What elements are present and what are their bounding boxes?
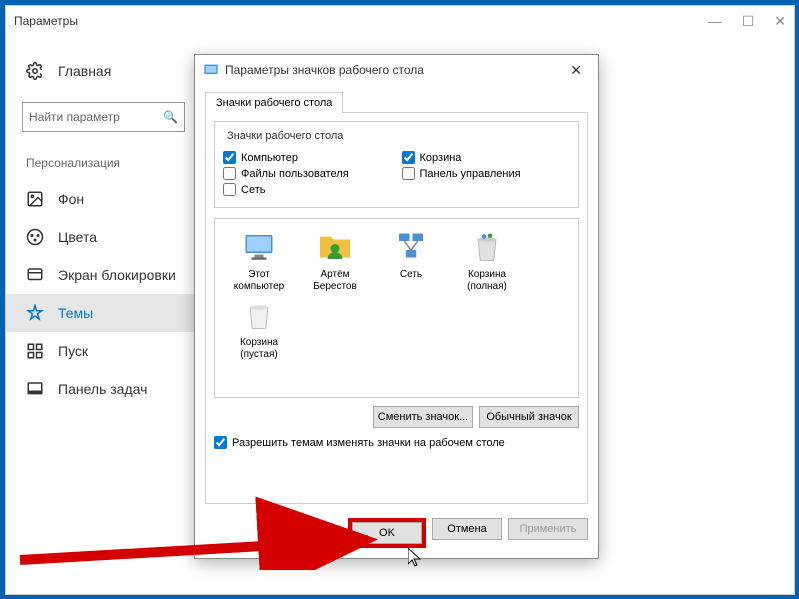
checkbox-recyclebin[interactable]: Корзина xyxy=(402,151,571,164)
checkbox-network[interactable]: Сеть xyxy=(223,183,392,196)
picture-icon xyxy=(26,190,44,208)
dialog-icon xyxy=(203,62,219,78)
category-label: Персонализация xyxy=(6,152,201,180)
themes-icon xyxy=(26,304,44,322)
checkbox-label: Сеть xyxy=(241,184,265,196)
computer-icon xyxy=(241,229,277,265)
icon-label: Этот компьютер xyxy=(223,269,295,293)
dialog-content: Значки рабочего стола Компьютер Файлы по… xyxy=(205,112,588,504)
start-icon xyxy=(26,342,44,360)
icon-this-pc[interactable]: Этот компьютер xyxy=(223,229,295,293)
bin-empty-icon xyxy=(241,297,277,333)
icon-label: Артём Берестов xyxy=(299,269,371,293)
nav-label: Темы xyxy=(58,305,93,321)
bin-full-icon xyxy=(469,229,505,265)
icon-preview-grid: Этот компьютер Артём Берестов Сеть Корзи… xyxy=(214,218,579,398)
checkbox-computer-input[interactable] xyxy=(223,151,236,164)
palette-icon xyxy=(26,228,44,246)
nav-label: Экран блокировки xyxy=(58,267,176,283)
minimize-button[interactable]: — xyxy=(708,13,722,30)
icon-label: Сеть xyxy=(400,269,422,281)
window-controls: — ☐ ✕ xyxy=(708,13,786,30)
nav-start[interactable]: Пуск xyxy=(6,332,201,370)
settings-titlebar: Параметры — ☐ ✕ xyxy=(6,6,794,36)
home-nav-item[interactable]: Главная xyxy=(6,54,201,88)
checkbox-label: Компьютер xyxy=(241,152,298,164)
settings-title: Параметры xyxy=(14,14,78,28)
nav-label: Фон xyxy=(58,191,84,207)
dialog-titlebar: Параметры значков рабочего стола ✕ xyxy=(195,55,598,85)
nav-taskbar[interactable]: Панель задач xyxy=(6,370,201,408)
icon-label: Корзина (пустая) xyxy=(223,337,295,361)
dialog-tabs: Значки рабочего стола xyxy=(195,85,598,112)
icon-recyclebin-full[interactable]: Корзина (полная) xyxy=(451,229,523,293)
checkbox-userfiles[interactable]: Файлы пользователя xyxy=(223,167,392,180)
checkbox-label: Панель управления xyxy=(420,168,521,180)
apply-button[interactable]: Применить xyxy=(508,518,588,540)
nav-themes[interactable]: Темы xyxy=(6,294,201,332)
ok-button[interactable]: OK xyxy=(352,522,422,544)
search-placeholder: Найти параметр xyxy=(29,110,120,124)
checkbox-userfiles-input[interactable] xyxy=(223,167,236,180)
dialog-footer: OK Отмена Применить xyxy=(195,512,598,558)
user-folder-icon xyxy=(317,229,353,265)
taskbar-icon xyxy=(26,380,44,398)
cancel-button[interactable]: Отмена xyxy=(432,518,502,540)
checkbox-recyclebin-input[interactable] xyxy=(402,151,415,164)
icon-recyclebin-empty[interactable]: Корзина (пустая) xyxy=(223,297,295,361)
lockscreen-icon xyxy=(26,266,44,284)
tab-desktop-icons[interactable]: Значки рабочего стола xyxy=(205,92,343,113)
nav-colors[interactable]: Цвета xyxy=(6,218,201,256)
ok-highlight-annotation: OK xyxy=(348,518,426,548)
close-button[interactable]: ✕ xyxy=(774,13,786,30)
default-icon-button[interactable]: Обычный значок xyxy=(479,406,579,428)
icon-user-folder[interactable]: Артём Берестов xyxy=(299,229,371,293)
nav-label: Панель задач xyxy=(58,381,147,397)
nav-label: Пуск xyxy=(58,343,88,359)
nav-lockscreen[interactable]: Экран блокировки xyxy=(6,256,201,294)
allow-themes-input[interactable] xyxy=(214,436,227,449)
settings-sidebar: Главная Найти параметр 🔍 Персонализация … xyxy=(6,36,201,594)
checkbox-label: Корзина xyxy=(420,152,462,164)
allow-themes-label: Разрешить темам изменять значки на рабоч… xyxy=(232,437,505,449)
icon-network[interactable]: Сеть xyxy=(375,229,447,293)
icon-label: Корзина (полная) xyxy=(451,269,523,293)
groupbox-title: Значки рабочего стола xyxy=(223,130,347,142)
gear-icon xyxy=(26,62,44,80)
desktop-icons-dialog: Параметры значков рабочего стола ✕ Значк… xyxy=(194,54,599,559)
network-icon xyxy=(393,229,429,265)
checkbox-controlpanel[interactable]: Панель управления xyxy=(402,167,571,180)
checkbox-computer[interactable]: Компьютер xyxy=(223,151,392,164)
allow-themes-checkbox[interactable]: Разрешить темам изменять значки на рабоч… xyxy=(214,436,579,449)
search-icon: 🔍 xyxy=(163,110,178,124)
search-input[interactable]: Найти параметр 🔍 xyxy=(22,102,185,132)
nav-label: Цвета xyxy=(58,229,97,245)
home-label: Главная xyxy=(58,63,111,79)
change-icon-button[interactable]: Сменить значок... xyxy=(373,406,473,428)
icons-groupbox: Значки рабочего стола Компьютер Файлы по… xyxy=(214,121,579,208)
nav-background[interactable]: Фон xyxy=(6,180,201,218)
checkbox-label: Файлы пользователя xyxy=(241,168,349,180)
dialog-title: Параметры значков рабочего стола xyxy=(225,63,424,77)
checkbox-controlpanel-input[interactable] xyxy=(402,167,415,180)
maximize-button[interactable]: ☐ xyxy=(742,13,755,30)
checkbox-network-input[interactable] xyxy=(223,183,236,196)
dialog-close-button[interactable]: ✕ xyxy=(562,62,590,79)
